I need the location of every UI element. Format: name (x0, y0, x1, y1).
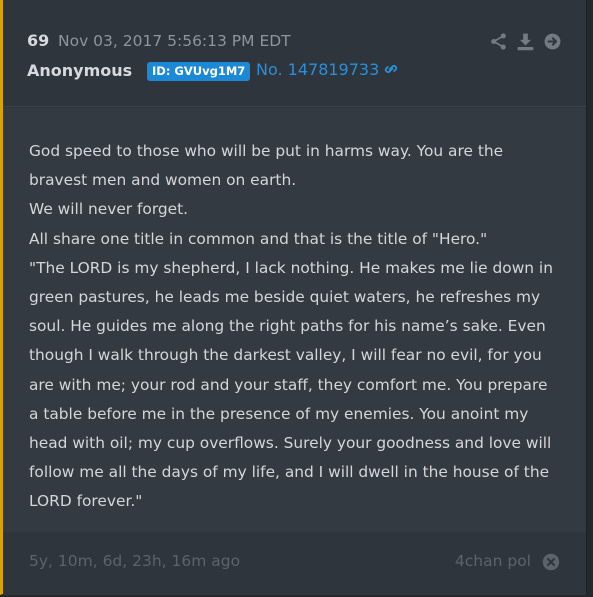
link-icon[interactable] (382, 60, 400, 78)
post-age: 5y, 10m, 6d, 23h, 16m ago (29, 552, 241, 570)
post-body: God speed to those who will be put in ha… (3, 108, 586, 532)
share-icon[interactable] (489, 32, 508, 51)
post-actions (489, 31, 562, 51)
post-number: 69 (27, 31, 50, 50)
comment-line: "The LORD is my shepherd, I lack nothing… (29, 258, 553, 511)
post-number-link[interactable]: No. 147819733 (256, 60, 379, 79)
post-source: 4chan pol (454, 552, 531, 570)
author-name: Anonymous (27, 61, 133, 80)
post-footer: 5y, 10m, 6d, 23h, 16m ago 4chan pol (3, 532, 586, 595)
arrow-right-circle-icon[interactable] (543, 32, 562, 51)
comment-line: All share one title in common and that i… (29, 229, 488, 248)
poster-id-badge[interactable]: ID: GVUvg1M7 (147, 62, 251, 81)
comment-line: God speed to those who will be put in ha… (29, 142, 504, 190)
comment-line: We will never forget. (29, 200, 189, 219)
close-circle-icon[interactable] (542, 553, 560, 571)
post-header: 69 Nov 03, 2017 5:56:13 PM EDT Anonymous… (3, 0, 586, 107)
post-comment: God speed to those who will be put in ha… (29, 137, 559, 517)
post-timestamp: Nov 03, 2017 5:56:13 PM EDT (58, 32, 291, 50)
download-icon[interactable] (516, 32, 535, 51)
post-card: 69 Nov 03, 2017 5:56:13 PM EDT Anonymous… (0, 0, 587, 595)
